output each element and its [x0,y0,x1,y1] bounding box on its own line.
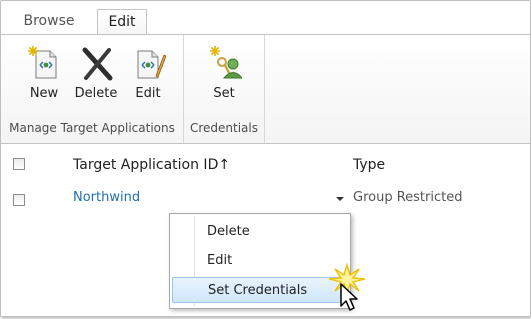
edit-button[interactable]: Edit [125,41,171,107]
menu-item-edit-label: Edit [207,253,233,268]
row-type-value: Group Restricted [353,190,463,205]
new-button[interactable]: New [21,41,67,107]
edit-button-label: Edit [135,86,161,101]
group-credentials: Set Credentials [184,35,265,143]
select-all-checkbox[interactable] [13,158,25,170]
column-header-type[interactable]: Type [353,157,385,173]
delete-x-icon [82,47,113,81]
new-button-label: New [29,86,59,101]
column-header-target-application-id[interactable]: Target Application ID↑ [73,157,230,173]
menu-item-delete-label: Delete [207,224,250,239]
menu-item-delete[interactable]: Delete [172,219,348,245]
row-checkbox[interactable] [13,194,25,206]
group-label-credentials: Credentials [189,121,258,135]
set-button-label: Set [213,86,235,101]
northwind-link[interactable]: Northwind [73,190,140,205]
edit-document-icon [137,50,166,79]
tab-browse[interactable]: Browse [13,9,85,35]
delete-button-label: Delete [74,86,118,101]
new-document-icon [28,46,57,79]
tab-edit[interactable]: Edit [97,9,147,35]
menu-item-set-credentials[interactable]: Set Credentials [172,277,348,303]
menu-item-set-credentials-label: Set Credentials [208,283,308,298]
group-manage-target-applications: New Delete Edit Manage Target Applicatio… [1,35,184,143]
context-menu: Delete Edit Set Credentials [169,213,351,309]
set-credentials-icon [210,46,242,79]
ribbon: New Delete Edit Manage Target Applicatio… [1,34,530,144]
menu-item-edit[interactable]: Edit [172,248,348,274]
delete-button[interactable]: Delete [73,41,119,107]
mouse-pointer-icon [340,283,358,311]
ribbon-tab-strip: Browse Edit [1,1,530,35]
window-frame: Browse Edit New Delete Edit Manage Targe… [0,0,531,317]
row-dropdown-arrow-icon[interactable] [336,197,344,201]
set-credentials-button[interactable]: Set [201,41,247,107]
group-label-manage-target-applications: Manage Target Applications [9,121,175,135]
